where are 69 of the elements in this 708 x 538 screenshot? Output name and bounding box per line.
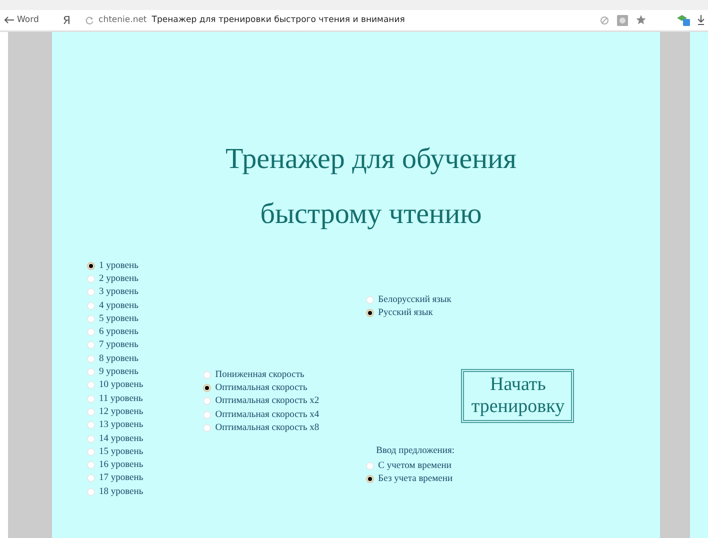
option-label: 10 уровень: [99, 380, 144, 390]
radio-button[interactable]: [87, 408, 95, 416]
option-label: 1 уровень: [99, 260, 138, 271]
radio-button[interactable]: [87, 328, 95, 336]
option-label: 17 уровень: [99, 473, 144, 484]
option-label: 5 уровень: [99, 314, 138, 324]
option-label: 4 уровень: [99, 300, 138, 311]
radio-button[interactable]: [87, 434, 95, 442]
option-label: Оптимальная скорость: [215, 382, 308, 393]
star-icon[interactable]: [636, 15, 646, 25]
radio-button[interactable]: [203, 384, 212, 392]
download-icon[interactable]: [698, 15, 704, 25]
option-label: 11 уровень: [99, 394, 143, 404]
option-label: 3 уровень: [99, 287, 138, 298]
extension-badge-icon[interactable]: [676, 14, 690, 26]
option-label: Без учета времени: [378, 474, 453, 484]
start-button[interactable]: Начать тренировку: [461, 368, 574, 423]
radio-button[interactable]: [203, 370, 212, 379]
option-label: 7 уровень: [99, 340, 138, 350]
back-button[interactable]: Word: [4, 15, 39, 25]
option-label: 9 уровень: [99, 367, 138, 378]
radio-button[interactable]: [87, 394, 95, 403]
option-label: Русский язык: [378, 308, 433, 318]
radio-button[interactable]: [87, 461, 95, 470]
group-heading: Ввод предложения:: [376, 446, 454, 458]
radio-button[interactable]: [87, 262, 95, 270]
radio-button[interactable]: [366, 296, 374, 304]
option-label: 12 уровень: [99, 406, 144, 417]
extension-icon[interactable]: [617, 14, 628, 26]
option-label: С учетом времени: [378, 460, 452, 471]
radio-button[interactable]: [87, 488, 95, 496]
radio-button[interactable]: [203, 424, 212, 432]
page-title: Тренажер для тренировки быстрого чтения и внимания: [152, 15, 405, 25]
radio-button[interactable]: [366, 308, 374, 317]
radio-button[interactable]: [87, 354, 95, 363]
radio-button[interactable]: [87, 381, 95, 390]
option-label: 18 уровень: [99, 486, 144, 497]
radio-button[interactable]: [366, 474, 374, 483]
radio-button[interactable]: [87, 341, 95, 350]
option-label: 2 уровень: [99, 274, 138, 284]
option-label: Белорусский язык: [378, 294, 452, 305]
option-label: Оптимальная скорость x2: [215, 396, 320, 406]
option-label: Пониженная скорость: [215, 370, 304, 380]
radio-button[interactable]: [87, 274, 95, 283]
option-label: 8 уровень: [99, 354, 138, 364]
radio-button[interactable]: [87, 302, 95, 310]
radio-button[interactable]: [87, 314, 95, 323]
option-label: 16 уровень: [99, 460, 144, 470]
block-icon[interactable]: [600, 16, 609, 24]
option-label: 15 уровень: [99, 446, 144, 457]
reload-icon[interactable]: [84, 16, 94, 24]
radio-button[interactable]: [203, 397, 212, 406]
radio-button[interactable]: [87, 421, 95, 430]
url-domain[interactable]: chtenie.net: [98, 15, 147, 25]
radio-button[interactable]: [87, 474, 95, 482]
option-label: Оптимальная скорость x4: [215, 410, 320, 420]
home-button[interactable]: Я: [62, 14, 71, 26]
back-arrow-icon: [4, 16, 15, 24]
radio-button[interactable]: [87, 368, 95, 376]
page-heading: быстрому чтению: [260, 197, 482, 232]
option-label: 14 уровень: [99, 434, 144, 444]
radio-button[interactable]: [87, 448, 95, 456]
radio-button[interactable]: [366, 462, 374, 470]
option-label: 13 уровень: [99, 420, 144, 430]
radio-button[interactable]: [87, 288, 95, 296]
option-label: Оптимальная скорость x8: [215, 422, 320, 433]
page-heading: Тренажер для обучения: [226, 142, 516, 177]
option-label: 6 уровень: [99, 327, 138, 338]
radio-button[interactable]: [203, 410, 212, 419]
